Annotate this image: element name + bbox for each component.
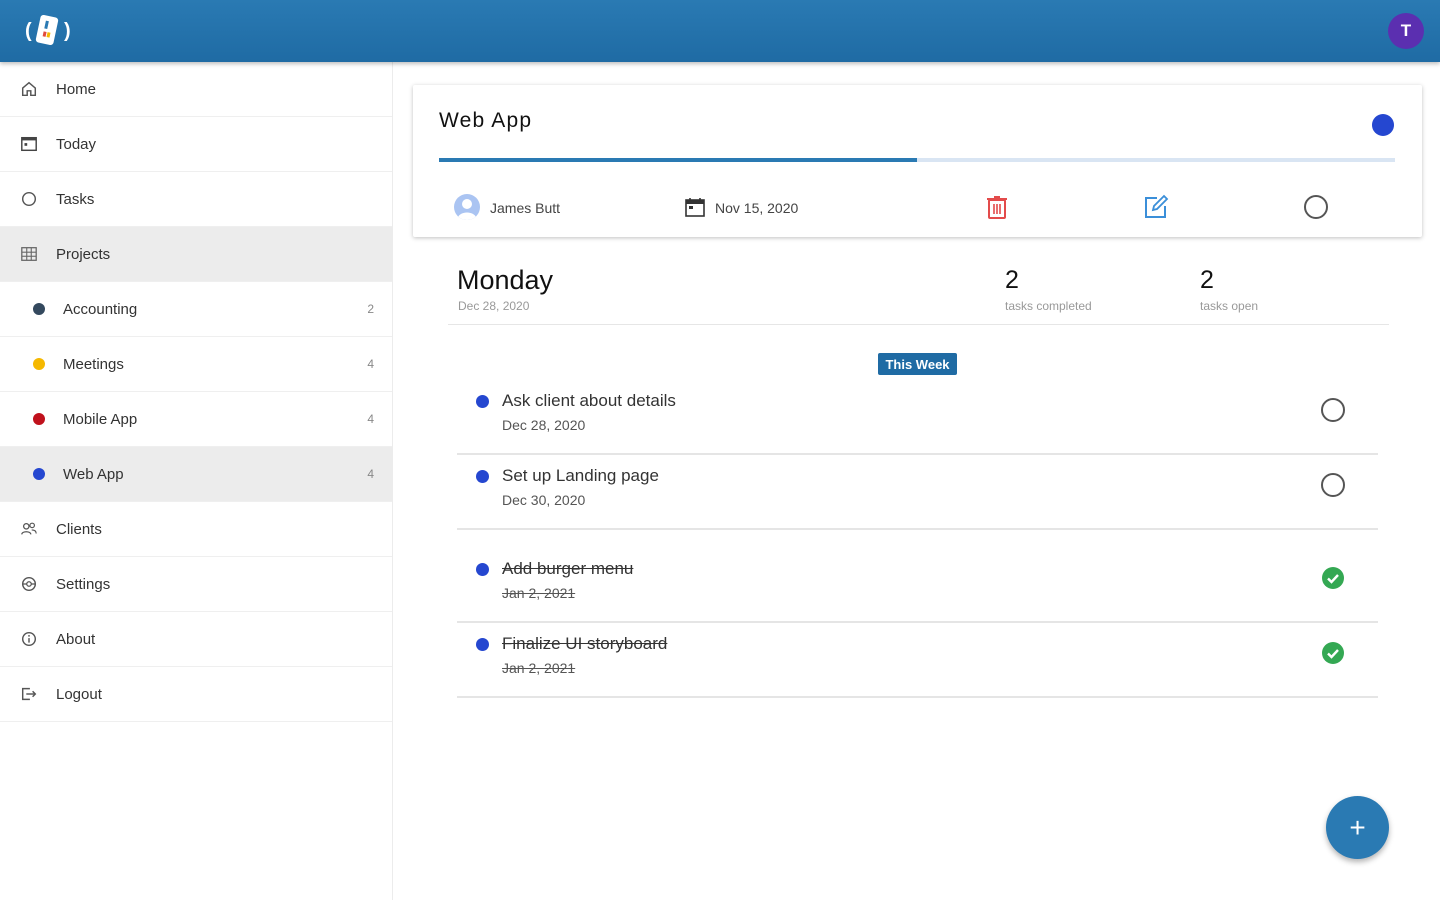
- project-task-count: 4: [367, 412, 374, 426]
- task-name: Add burger menu: [502, 559, 634, 578]
- sidebar-project-mobile-app[interactable]: Mobile App 4: [0, 392, 392, 447]
- task-name: Ask client about details: [502, 391, 676, 410]
- task-item[interactable]: Set up Landing page Dec 30, 2020: [457, 455, 1378, 530]
- project-due-date: Nov 15, 2020: [715, 200, 799, 216]
- sidebar-item-home[interactable]: Home: [0, 62, 392, 117]
- project-owner: James Butt: [490, 200, 561, 216]
- task-complete-checkbox[interactable]: [1321, 473, 1345, 497]
- task-color-dot: [476, 638, 489, 651]
- project-color-dot: [33, 303, 45, 315]
- sidebar-item-label: About: [56, 630, 96, 648]
- sidebar-item-label: Projects: [56, 245, 111, 263]
- task-name: Finalize UI storyboard: [502, 634, 668, 653]
- check-circle-icon[interactable]: [1321, 641, 1345, 665]
- task-date: Jan 2, 2021: [502, 585, 576, 601]
- delete-icon[interactable]: [985, 194, 1009, 220]
- svg-text:): ): [64, 20, 71, 42]
- sidebar-item-label: Settings: [56, 575, 111, 593]
- sidebar-item-label: Today: [56, 135, 97, 153]
- project-color-dot: [33, 358, 45, 370]
- sidebar-item-projects[interactable]: Projects: [0, 227, 392, 282]
- project-task-count: 4: [367, 467, 374, 481]
- project-color-dot: [33, 413, 45, 425]
- sidebar-item-label: Tasks: [56, 190, 95, 208]
- sidebar-item-today[interactable]: Today: [0, 117, 392, 172]
- sidebar: Home Today Tasks Projects Accounting 2 M…: [0, 62, 393, 900]
- task-item[interactable]: Add burger menu Jan 2, 2021: [457, 548, 1378, 623]
- circle-icon: [19, 189, 39, 209]
- sidebar-project-meetings[interactable]: Meetings 4: [0, 337, 392, 392]
- sidebar-item-settings[interactable]: Settings: [0, 557, 392, 612]
- task-complete-checkbox[interactable]: [1321, 398, 1345, 422]
- task-date: Dec 28, 2020: [502, 417, 586, 433]
- task-item[interactable]: Ask client about details Dec 28, 2020: [457, 380, 1378, 455]
- sidebar-project-accounting[interactable]: Accounting 2: [0, 282, 392, 337]
- sidebar-item-label: Clients: [56, 520, 102, 538]
- task-date: Dec 30, 2020: [502, 492, 586, 508]
- task-color-dot: [476, 563, 489, 576]
- add-task-button[interactable]: +: [1326, 796, 1389, 859]
- svg-text:(: (: [25, 20, 32, 42]
- task-date: Jan 2, 2021: [502, 660, 576, 676]
- sidebar-item-label: Logout: [56, 685, 102, 703]
- project-card: Web App James Butt Nov 15, 2020: [413, 85, 1422, 237]
- project-label: Accounting: [63, 300, 138, 318]
- project-progress-bar: [439, 158, 1395, 162]
- grid-icon: [19, 244, 39, 264]
- task-name: Set up Landing page: [502, 466, 659, 485]
- user-avatar[interactable]: T: [1388, 13, 1424, 49]
- project-label: Web App: [63, 465, 124, 483]
- sidebar-item-about[interactable]: About: [0, 612, 392, 667]
- task-item[interactable]: Finalize UI storyboard Jan 2, 2021: [457, 623, 1378, 698]
- calendar-icon: [685, 198, 705, 217]
- project-title: Web App: [439, 109, 533, 132]
- edit-icon[interactable]: [1143, 194, 1169, 220]
- check-circle-icon[interactable]: [1321, 566, 1345, 590]
- completed-count: 2: [1005, 266, 1019, 294]
- task-color-dot: [476, 395, 489, 408]
- home-icon: [19, 79, 39, 99]
- project-color-indicator[interactable]: [1372, 114, 1394, 136]
- project-task-count: 4: [367, 357, 374, 371]
- project-color-dot: [33, 468, 45, 480]
- owner-avatar: [454, 194, 480, 220]
- calendar-icon: [19, 134, 39, 154]
- sidebar-item-logout[interactable]: Logout: [0, 667, 392, 722]
- sidebar-project-web-app[interactable]: Web App 4: [0, 447, 392, 502]
- project-progress-fill: [439, 158, 917, 162]
- logout-icon: [19, 684, 39, 704]
- people-icon: [19, 519, 39, 539]
- sidebar-item-clients[interactable]: Clients: [0, 502, 392, 557]
- gear-icon: [19, 574, 39, 594]
- week-badge: This Week: [878, 353, 957, 375]
- project-label: Mobile App: [63, 410, 138, 428]
- open-label: tasks open: [1200, 299, 1259, 313]
- day-name: Monday: [457, 265, 554, 295]
- project-task-count: 2: [367, 302, 374, 316]
- app-logo-icon[interactable]: ( ): [22, 10, 78, 50]
- sidebar-item-tasks[interactable]: Tasks: [0, 172, 392, 227]
- project-label: Meetings: [63, 355, 124, 373]
- day-date: Dec 28, 2020: [458, 299, 530, 313]
- task-color-dot: [476, 470, 489, 483]
- sidebar-item-label: Home: [56, 80, 97, 98]
- top-app-bar: ( ) T: [0, 0, 1440, 62]
- open-count: 2: [1200, 266, 1214, 294]
- info-icon: [19, 629, 39, 649]
- completed-label: tasks completed: [1005, 299, 1092, 313]
- complete-project-button[interactable]: [1304, 195, 1328, 219]
- divider: [448, 324, 1389, 325]
